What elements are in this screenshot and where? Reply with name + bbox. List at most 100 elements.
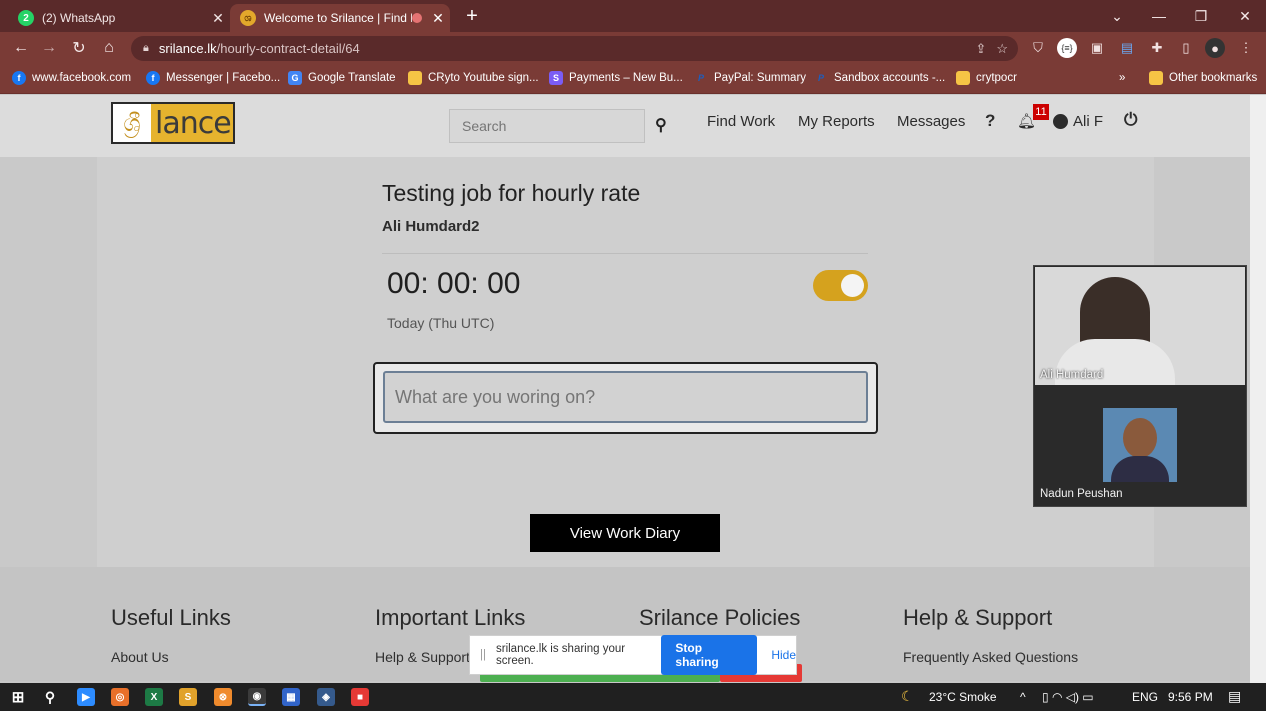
weather-text[interactable]: 23°C Smoke bbox=[929, 690, 997, 704]
home-icon[interactable]: ⌂ bbox=[96, 36, 122, 60]
sublime-icon[interactable]: S bbox=[179, 688, 197, 706]
windows-start-icon[interactable]: ⊞ bbox=[9, 688, 27, 706]
recorder-icon[interactable]: ■ bbox=[351, 688, 369, 706]
address-bar[interactable]: 🔒︎ srilance.lk /hourly-contract-detail/6… bbox=[131, 36, 1018, 61]
forward-icon[interactable]: → bbox=[36, 36, 62, 60]
footer-heading-important-links: Important Links bbox=[375, 605, 526, 630]
tab-search-icon[interactable]: ⌄ bbox=[1096, 0, 1138, 32]
url-host: srilance.lk bbox=[158, 41, 217, 56]
sidepanel-icon[interactable]: ▯ bbox=[1176, 38, 1196, 58]
folder-icon bbox=[408, 71, 422, 85]
zoom-app-icon[interactable]: ▶ bbox=[77, 688, 95, 706]
minimize-icon[interactable]: — bbox=[1138, 0, 1180, 32]
tab-label: Welcome to Srilance | Find D bbox=[264, 11, 412, 25]
search-icon[interactable]: ⚲ bbox=[655, 115, 675, 135]
bookmark-label: Other bookmarks bbox=[1169, 72, 1258, 84]
nav-messages[interactable]: Messages bbox=[897, 113, 965, 130]
doc-extension-icon[interactable]: ▤ bbox=[1117, 38, 1137, 58]
search-icon[interactable]: ⚲ bbox=[41, 688, 59, 706]
bookmark-label: PayPal: Summary bbox=[714, 72, 807, 84]
drag-handle-icon[interactable]: || bbox=[480, 649, 486, 661]
share-icon[interactable]: ⇪ bbox=[975, 41, 986, 57]
user-menu[interactable]: Ali F bbox=[1053, 113, 1103, 130]
bookmark-cryto[interactable]: CRyto Youtube sign... bbox=[408, 69, 539, 87]
user-name: Ali F bbox=[1073, 113, 1103, 130]
language-indicator[interactable]: ENG bbox=[1132, 690, 1158, 704]
footer-link-faq[interactable]: Frequently Asked Questions bbox=[903, 649, 1078, 665]
lock-icon: 🔒︎ bbox=[143, 42, 149, 54]
chrome-icon[interactable]: ◉ bbox=[248, 688, 266, 706]
app-icon[interactable]: ◎ bbox=[111, 688, 129, 706]
footer-link-help-support[interactable]: Help & Support bbox=[375, 649, 470, 665]
stop-sharing-button[interactable]: Stop sharing bbox=[661, 635, 758, 675]
menu-icon[interactable]: ⋮ bbox=[1236, 38, 1256, 58]
avatar-face bbox=[1123, 418, 1157, 458]
star-icon[interactable]: ☆ bbox=[996, 41, 1008, 57]
camera-extension-icon[interactable]: ▣ bbox=[1087, 38, 1107, 58]
view-work-diary-button[interactable]: View Work Diary bbox=[530, 514, 720, 552]
clock[interactable]: 9:56 PM bbox=[1168, 690, 1213, 704]
bookmark-crytpocr[interactable]: crytpocr bbox=[956, 69, 1017, 87]
tab-srilance[interactable]: ශ Welcome to Srilance | Find D ✕ bbox=[230, 4, 450, 32]
notifications-icon[interactable]: ▤ bbox=[1228, 688, 1241, 705]
srilance-logo[interactable]: ශ්‍රී lance bbox=[111, 102, 235, 144]
postman-icon[interactable]: ⊗ bbox=[214, 688, 232, 706]
bookmark-payments[interactable]: S Payments – New Bu... bbox=[549, 69, 683, 87]
task-description-input[interactable] bbox=[383, 371, 868, 423]
nav-find-work[interactable]: Find Work bbox=[707, 113, 775, 130]
timer-display: 00: 00: 00 bbox=[387, 267, 521, 300]
back-icon[interactable]: ← bbox=[8, 36, 34, 60]
restore-icon[interactable]: ❐ bbox=[1180, 0, 1222, 32]
tray-icons[interactable]: ▯ ◠ ◁) ▭ bbox=[1042, 690, 1094, 704]
app-icon-2[interactable]: ◈ bbox=[317, 688, 335, 706]
profile-avatar[interactable]: ● bbox=[1205, 38, 1225, 58]
facebook-icon: f bbox=[146, 71, 160, 85]
browser-tab-strip: 2 (2) WhatsApp ✕ ශ Welcome to Srilance |… bbox=[0, 0, 1266, 32]
close-icon[interactable]: ✕ bbox=[426, 10, 450, 27]
window-close-icon[interactable]: ✕ bbox=[1224, 0, 1266, 32]
shield-extension-icon[interactable]: ⛉ bbox=[1028, 38, 1048, 58]
user-icon bbox=[1053, 114, 1068, 129]
nav-my-reports[interactable]: My Reports bbox=[798, 113, 875, 130]
tab-whatsapp[interactable]: 2 (2) WhatsApp ✕ bbox=[8, 4, 230, 32]
stripe-icon: S bbox=[549, 71, 563, 85]
paypal-icon: P bbox=[817, 73, 824, 83]
new-tab-button[interactable]: + bbox=[462, 4, 482, 28]
footer-link-about-us[interactable]: About Us bbox=[111, 649, 169, 665]
power-icon[interactable]: ⏻ bbox=[1124, 110, 1137, 130]
divider bbox=[382, 253, 868, 254]
more-bookmarks-icon[interactable]: » bbox=[1119, 69, 1125, 87]
bookmark-messenger[interactable]: f Messenger | Facebo... bbox=[146, 69, 280, 87]
other-bookmarks[interactable]: Other bookmarks bbox=[1149, 69, 1257, 87]
srilance-icon: ශ bbox=[240, 10, 256, 26]
bookmark-label: crytpocr bbox=[976, 72, 1017, 84]
excel-icon[interactable]: X bbox=[145, 688, 163, 706]
help-icon[interactable]: ? bbox=[985, 111, 995, 131]
bookmark-sandbox[interactable]: P Sandbox accounts -... bbox=[814, 69, 945, 87]
folder-icon bbox=[956, 71, 970, 85]
puzzle-icon[interactable]: ✚ bbox=[1147, 38, 1167, 58]
recording-icon bbox=[412, 13, 422, 23]
facebook-icon: f bbox=[12, 71, 26, 85]
scrollbar[interactable] bbox=[1250, 95, 1266, 683]
avatar-body bbox=[1111, 456, 1169, 482]
footer-heading-help-support: Help & Support bbox=[903, 605, 1053, 630]
timer-toggle[interactable] bbox=[813, 270, 868, 301]
tray-chevron-icon[interactable]: ^ bbox=[1020, 690, 1026, 704]
hide-button[interactable]: Hide bbox=[771, 648, 796, 662]
participant-name: Nadun Peushan bbox=[1040, 488, 1123, 500]
footer-heading-useful-links: Useful Links bbox=[111, 605, 231, 630]
paypal-icon: P bbox=[697, 73, 704, 83]
close-icon[interactable]: ✕ bbox=[206, 10, 230, 27]
url-path: /hourly-contract-detail/64 bbox=[216, 41, 360, 56]
video-call-panel[interactable]: Ali Humdard Nadun Peushan bbox=[1033, 265, 1247, 507]
json-extension-icon[interactable]: {≡} bbox=[1057, 38, 1077, 58]
reload-icon[interactable]: ↻ bbox=[66, 36, 92, 60]
store-icon[interactable]: ▦ bbox=[282, 688, 300, 706]
bookmark-google-translate[interactable]: G Google Translate bbox=[288, 69, 396, 87]
client-name: Ali Humdard2 bbox=[382, 218, 480, 235]
bookmark-facebook[interactable]: f www.facebook.com bbox=[12, 69, 131, 87]
search-input[interactable] bbox=[449, 109, 645, 143]
tab-label: (2) WhatsApp bbox=[42, 11, 116, 25]
bookmark-paypal[interactable]: P PayPal: Summary bbox=[694, 69, 806, 87]
